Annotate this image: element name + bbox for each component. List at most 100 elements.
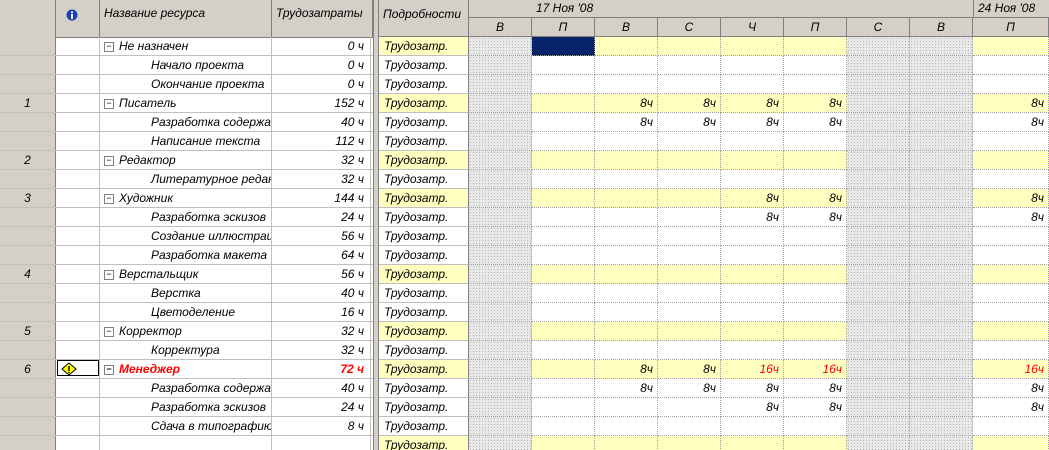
work-cell[interactable] bbox=[658, 132, 721, 151]
indicators-column-header[interactable] bbox=[56, 0, 100, 37]
work-value[interactable]: 152 ч bbox=[272, 94, 371, 112]
work-cell[interactable]: 8ч bbox=[721, 189, 784, 208]
work-cell[interactable] bbox=[595, 322, 658, 341]
work-cell[interactable] bbox=[973, 265, 1049, 284]
work-value[interactable]: 40 ч bbox=[272, 284, 371, 302]
resource-row[interactable]: − Не назначен 0 ч bbox=[0, 37, 373, 56]
work-cell[interactable] bbox=[658, 208, 721, 227]
details-column-header[interactable]: Подробности bbox=[379, 0, 469, 37]
work-cell[interactable] bbox=[595, 436, 658, 450]
work-cell[interactable] bbox=[973, 246, 1049, 265]
work-cell[interactable] bbox=[469, 151, 532, 170]
work-cell[interactable] bbox=[910, 227, 973, 246]
work-cell[interactable]: 8ч bbox=[595, 113, 658, 132]
work-cell[interactable] bbox=[595, 37, 658, 56]
work-cell[interactable] bbox=[847, 417, 910, 436]
work-cell[interactable] bbox=[595, 341, 658, 360]
work-cell[interactable] bbox=[658, 303, 721, 322]
work-cell[interactable] bbox=[658, 227, 721, 246]
work-cell[interactable] bbox=[595, 208, 658, 227]
work-cell[interactable] bbox=[595, 398, 658, 417]
work-cell[interactable] bbox=[532, 113, 595, 132]
work-cell[interactable] bbox=[658, 151, 721, 170]
work-cell[interactable] bbox=[595, 132, 658, 151]
work-cell[interactable] bbox=[910, 94, 973, 113]
work-cell[interactable] bbox=[910, 398, 973, 417]
work-cell[interactable] bbox=[784, 322, 847, 341]
work-value[interactable]: 0 ч bbox=[272, 75, 371, 93]
work-value[interactable]: 32 ч bbox=[272, 151, 371, 169]
work-cell[interactable] bbox=[469, 94, 532, 113]
work-cell[interactable] bbox=[595, 56, 658, 75]
work-cell[interactable] bbox=[847, 75, 910, 94]
resource-name[interactable]: Начало проекта bbox=[100, 56, 272, 74]
work-cell[interactable]: 8ч bbox=[973, 189, 1049, 208]
resource-name[interactable]: Сдача в типографию bbox=[100, 417, 272, 435]
resource-name[interactable]: Разработка содержания bbox=[100, 113, 272, 131]
row-id[interactable]: 5 bbox=[0, 322, 56, 340]
collapse-toggle-icon[interactable]: − bbox=[104, 193, 114, 204]
work-cell[interactable] bbox=[847, 208, 910, 227]
work-cell[interactable] bbox=[532, 75, 595, 94]
work-cell[interactable]: 8ч bbox=[595, 360, 658, 379]
work-cell[interactable] bbox=[973, 322, 1049, 341]
work-cell[interactable] bbox=[784, 341, 847, 360]
work-value[interactable]: 32 ч bbox=[272, 170, 371, 188]
assignment-row[interactable]: Разработка содержания40 ч bbox=[0, 113, 373, 132]
resource-name[interactable]: Разработка содержания bbox=[100, 379, 272, 397]
work-cell[interactable] bbox=[910, 170, 973, 189]
resource-name[interactable]: Разработка эскизов bbox=[100, 398, 272, 416]
resource-row[interactable] bbox=[0, 436, 373, 450]
row-id[interactable] bbox=[0, 398, 56, 416]
work-cell[interactable] bbox=[469, 37, 532, 56]
work-cell[interactable] bbox=[532, 265, 595, 284]
work-cell[interactable] bbox=[847, 189, 910, 208]
assignment-row[interactable]: Разработка макета 64 ч bbox=[0, 246, 373, 265]
work-cell[interactable] bbox=[532, 208, 595, 227]
assignment-row[interactable]: Сдача в типографию 8 ч bbox=[0, 417, 373, 436]
work-cell[interactable] bbox=[658, 436, 721, 450]
resource-row[interactable]: 3− Художник 144 ч bbox=[0, 189, 373, 208]
work-cell[interactable] bbox=[469, 75, 532, 94]
work-cell[interactable] bbox=[910, 436, 973, 450]
work-cell[interactable] bbox=[469, 379, 532, 398]
work-cell[interactable] bbox=[532, 189, 595, 208]
work-cell[interactable] bbox=[532, 303, 595, 322]
work-cell[interactable] bbox=[595, 417, 658, 436]
work-cell[interactable] bbox=[847, 436, 910, 450]
work-cell[interactable] bbox=[469, 322, 532, 341]
work-value[interactable]: 0 ч bbox=[272, 56, 371, 74]
work-cell[interactable]: 8ч bbox=[973, 208, 1049, 227]
work-value[interactable]: 24 ч bbox=[272, 398, 371, 416]
work-cell[interactable] bbox=[910, 265, 973, 284]
work-cell[interactable] bbox=[469, 398, 532, 417]
row-id[interactable]: 2 bbox=[0, 151, 56, 169]
resource-name[interactable]: Литературное редактирование bbox=[100, 170, 272, 188]
row-id[interactable] bbox=[0, 56, 56, 74]
collapse-toggle-icon[interactable]: − bbox=[104, 98, 114, 109]
work-cell[interactable] bbox=[973, 284, 1049, 303]
resource-name[interactable]: Разработка эскизов bbox=[100, 208, 272, 226]
work-cell[interactable] bbox=[973, 341, 1049, 360]
row-id[interactable] bbox=[0, 341, 56, 359]
work-cell[interactable] bbox=[973, 170, 1049, 189]
work-cell[interactable] bbox=[532, 94, 595, 113]
work-cell[interactable] bbox=[658, 56, 721, 75]
work-cell[interactable] bbox=[532, 436, 595, 450]
work-cell[interactable] bbox=[910, 113, 973, 132]
work-value[interactable]: 40 ч bbox=[272, 113, 371, 131]
collapse-toggle-icon[interactable]: − bbox=[104, 269, 114, 280]
resource-name[interactable]: − Корректор bbox=[100, 322, 272, 340]
resource-name[interactable]: Корректура bbox=[100, 341, 272, 359]
resource-name[interactable]: − Менеджер bbox=[100, 360, 272, 378]
work-cell[interactable] bbox=[721, 75, 784, 94]
work-cell[interactable] bbox=[973, 151, 1049, 170]
work-cell[interactable] bbox=[595, 303, 658, 322]
work-cell[interactable] bbox=[658, 341, 721, 360]
work-cell[interactable] bbox=[784, 227, 847, 246]
work-cell[interactable] bbox=[469, 227, 532, 246]
work-cell[interactable] bbox=[469, 417, 532, 436]
work-cell[interactable]: 8ч bbox=[658, 379, 721, 398]
work-value[interactable]: 8 ч bbox=[272, 417, 371, 435]
work-cell[interactable] bbox=[595, 246, 658, 265]
